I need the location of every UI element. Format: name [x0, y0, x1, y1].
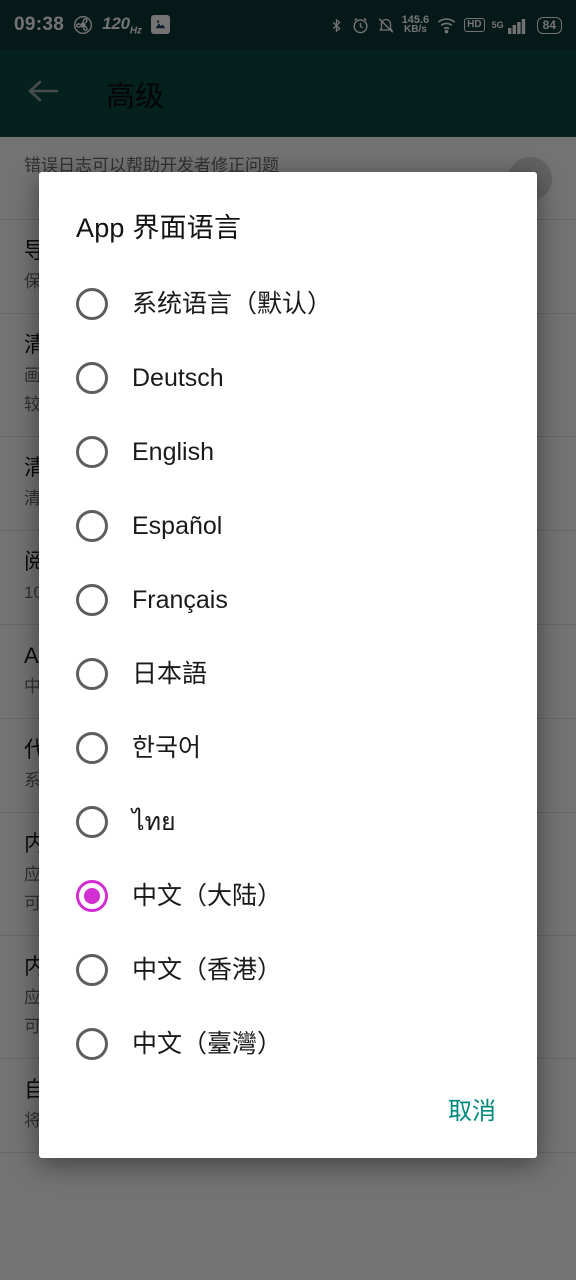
language-option-label: 한국어: [132, 734, 202, 762]
radio-icon-selected[interactable]: [76, 880, 108, 912]
radio-icon[interactable]: [76, 954, 108, 986]
language-option-francais[interactable]: Français: [39, 563, 537, 637]
radio-icon[interactable]: [76, 584, 108, 616]
radio-icon[interactable]: [76, 1028, 108, 1060]
language-option-list: 系统语言（默认） Deutsch English Español Françai…: [39, 245, 537, 1081]
dialog-actions: 取消: [39, 1081, 537, 1162]
language-option-label: Français: [132, 586, 228, 614]
radio-icon[interactable]: [76, 362, 108, 394]
language-option-japanese[interactable]: 日本語: [39, 637, 537, 711]
language-option-label: 中文（大陆）: [132, 882, 283, 910]
radio-icon[interactable]: [76, 510, 108, 542]
language-option-korean[interactable]: 한국어: [39, 711, 537, 785]
language-option-thai[interactable]: ไทย: [39, 785, 537, 859]
language-picker-dialog: App 界面语言 系统语言（默认） Deutsch English Españo…: [39, 172, 537, 1158]
language-option-label: ไทย: [132, 808, 176, 836]
radio-icon[interactable]: [76, 658, 108, 690]
language-option-system[interactable]: 系统语言（默认）: [39, 267, 537, 341]
radio-icon[interactable]: [76, 288, 108, 320]
radio-icon[interactable]: [76, 436, 108, 468]
dialog-title: App 界面语言: [76, 213, 242, 243]
language-option-deutsch[interactable]: Deutsch: [39, 341, 537, 415]
language-option-chinese-taiwan[interactable]: 中文（臺灣）: [39, 1007, 537, 1081]
language-option-label: 中文（臺灣）: [132, 1030, 283, 1058]
language-option-label: Español: [132, 512, 223, 540]
language-option-label: 系统语言（默认）: [132, 290, 333, 318]
language-option-espanol[interactable]: Español: [39, 489, 537, 563]
language-option-chinese-mainland[interactable]: 中文（大陆）: [39, 859, 537, 933]
language-option-english[interactable]: English: [39, 415, 537, 489]
cancel-button[interactable]: 取消: [444, 1081, 500, 1136]
language-option-label: English: [132, 438, 214, 466]
screen: 09:38 120Hz: [0, 0, 576, 1280]
radio-icon[interactable]: [76, 732, 108, 764]
language-option-label: 中文（香港）: [132, 956, 283, 984]
language-option-label: 日本語: [132, 660, 208, 688]
language-option-chinese-hongkong[interactable]: 中文（香港）: [39, 933, 537, 1007]
radio-icon[interactable]: [76, 806, 108, 838]
language-option-label: Deutsch: [132, 364, 224, 392]
